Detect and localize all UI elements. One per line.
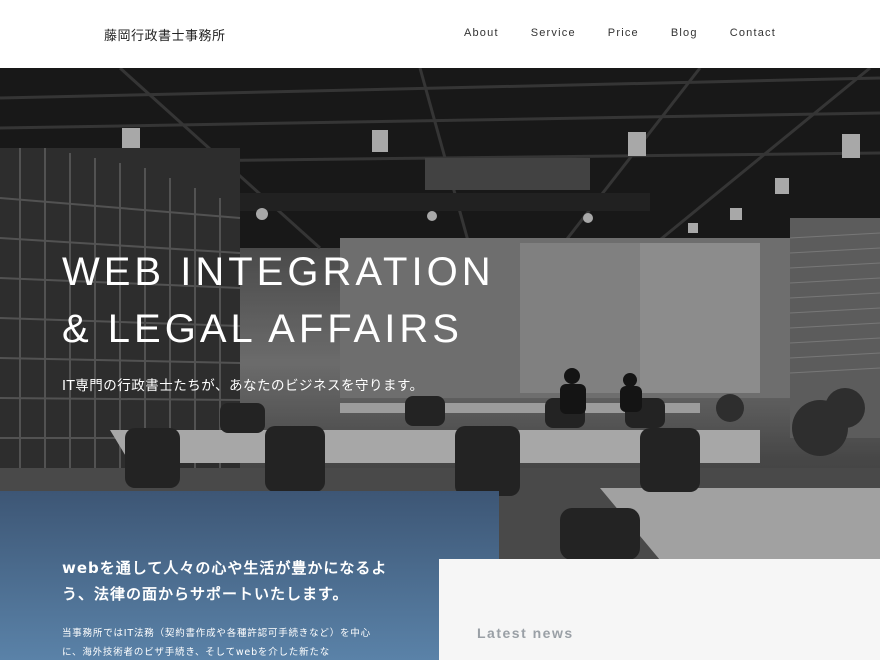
mission-heading: webを通して人々の心や生活が豊かになるよう、法律の面からサポートいたします。 [62, 559, 388, 603]
mission-section: webを通して人々の心や生活が豊かになるよう、法律の面からサポートいたします。 … [0, 491, 499, 660]
hero-title-line-1: WEB INTEGRATION [62, 250, 495, 294]
main-nav: About Service Price Blog Contact [464, 27, 776, 39]
nav-price[interactable]: Price [608, 27, 639, 39]
nav-blog[interactable]: Blog [671, 27, 698, 39]
site-header: 藤岡行政書士事務所 About Service Price Blog Conta… [0, 0, 880, 68]
hero-title-line-2: & LEGAL AFFAIRS [62, 307, 463, 351]
hero-section: WEB INTEGRATION & LEGAL AFFAIRS IT専門の行政書… [0, 68, 880, 560]
site-logo[interactable]: 藤岡行政書士事務所 [104, 25, 226, 44]
mission-body: 当事務所ではIT法務（契約書作成や各種許認可手続きなど）を中心に、海外技術者のビ… [62, 628, 371, 658]
nav-contact[interactable]: Contact [730, 27, 776, 39]
hero-title: WEB INTEGRATION & LEGAL AFFAIRS [62, 244, 495, 358]
nav-service[interactable]: Service [531, 27, 576, 39]
latest-news-card: Latest news [439, 559, 880, 660]
latest-news-title: Latest news [477, 625, 574, 641]
nav-about[interactable]: About [464, 27, 499, 39]
hero-subtitle: IT専門の行政書士たちが、あなたのビジネスを守ります。 [62, 378, 424, 394]
